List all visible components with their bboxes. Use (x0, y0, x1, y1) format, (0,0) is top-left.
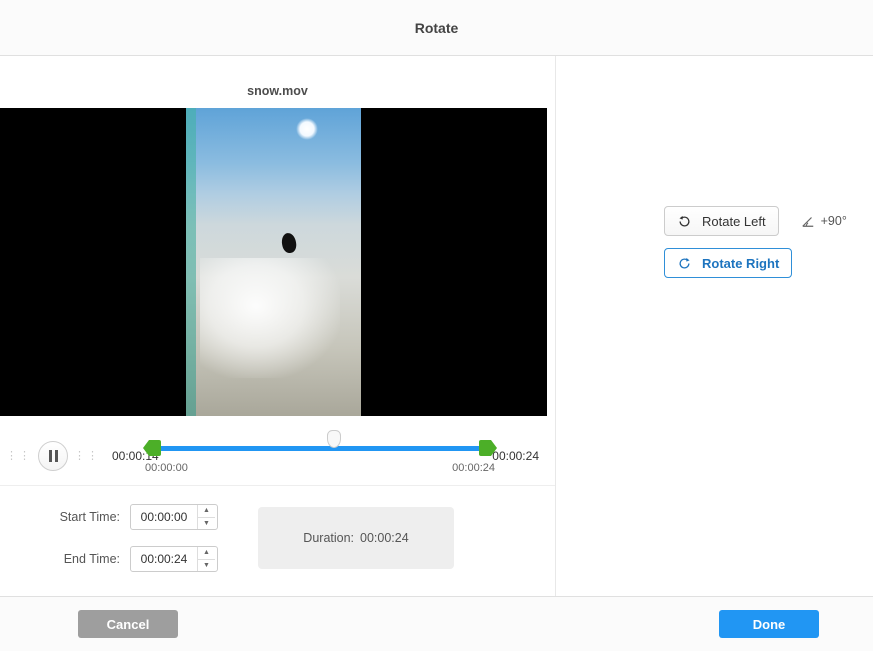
dialog-title: Rotate (415, 20, 459, 36)
end-time-down[interactable]: ▼ (198, 560, 215, 572)
play-pause-button[interactable] (38, 441, 68, 471)
end-time-row: End Time: ▲ ▼ (52, 546, 218, 572)
pause-icon (49, 450, 58, 462)
drag-dots-right: ⋮⋮ (72, 449, 102, 462)
trim-controls: Start Time: ▲ ▼ End Time: ▲ (0, 486, 555, 582)
dialog-header: Rotate (0, 0, 873, 56)
range-start-label: 00:00:00 (145, 462, 188, 474)
rotate-left-icon (677, 214, 692, 229)
trim-handle-end[interactable] (479, 440, 491, 456)
rotate-right-button[interactable]: Rotate Right (664, 248, 792, 278)
angle-icon (801, 214, 815, 228)
range-end-label: 00:00:24 (452, 462, 495, 474)
rotate-controls: Rotate Left +90° Rotate Right (556, 56, 873, 596)
duration-value: 00:00:24 (360, 531, 409, 545)
main-area: snow.mov ⋮⋮ ⋮⋮ 00:00:14 00:00 (0, 56, 873, 596)
angle-indicator: +90° (801, 214, 847, 228)
file-name-label: snow.mov (0, 56, 555, 108)
start-time-input[interactable] (131, 509, 197, 525)
rotate-left-label: Rotate Left (702, 214, 766, 229)
rotate-right-label: Rotate Right (702, 256, 779, 271)
end-time-field-label: End Time: (52, 552, 120, 566)
duration-display: Duration: 00:00:24 (258, 507, 454, 569)
video-preview[interactable] (0, 108, 547, 416)
duration-label: Duration: (303, 531, 354, 545)
start-time-up[interactable]: ▲ (198, 505, 215, 518)
start-time-label: Start Time: (52, 510, 120, 524)
end-time-input[interactable] (131, 551, 197, 567)
rotate-right-icon (677, 256, 692, 271)
playhead[interactable] (327, 430, 341, 448)
range-labels: 00:00:00 00:00:24 (145, 462, 495, 474)
start-time-down[interactable]: ▼ (198, 518, 215, 530)
dialog-footer: Cancel Done (0, 596, 873, 651)
video-frame (186, 108, 361, 416)
end-time-up[interactable]: ▲ (198, 547, 215, 560)
trim-handle-start[interactable] (149, 440, 161, 456)
start-time-row: Start Time: ▲ ▼ (52, 504, 218, 530)
drag-dots-left: ⋮⋮ (4, 449, 34, 462)
progress-bar[interactable] (157, 446, 483, 451)
preview-pane: snow.mov ⋮⋮ ⋮⋮ 00:00:14 00:00 (0, 56, 556, 596)
angle-value: +90° (821, 214, 847, 228)
cancel-button[interactable]: Cancel (78, 610, 178, 638)
done-button[interactable]: Done (719, 610, 819, 638)
timeline: ⋮⋮ ⋮⋮ 00:00:14 00:00:00 00:00:24 00:00:2… (0, 416, 555, 486)
rotate-left-button[interactable]: Rotate Left (664, 206, 779, 236)
end-time-stepper[interactable]: ▲ ▼ (130, 546, 218, 572)
start-time-stepper[interactable]: ▲ ▼ (130, 504, 218, 530)
timeline-track[interactable]: 00:00:00 00:00:24 (145, 430, 495, 470)
